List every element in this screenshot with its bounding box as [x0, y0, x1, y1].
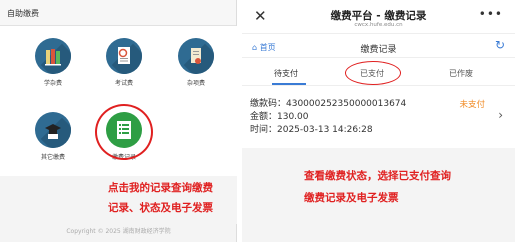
- self-service-panel: 自助缴费 学杂费 考试费 杂项费 其它缴费 缴费记录 点击我的记录查询缴费 记录…: [0, 0, 237, 242]
- annotation-right: 查看缴费状态，选择已支付查询 缴费记录及电子发票: [242, 148, 515, 242]
- payment-code: 缴款码：430000252350000013674: [250, 99, 407, 109]
- chevron-right-icon[interactable]: ›: [498, 108, 503, 122]
- copyright: Copyright © 2025 湖南财政经济学院: [66, 228, 171, 235]
- fee-item-other[interactable]: 其它缴费: [23, 112, 83, 161]
- fee-item-label: 考试费: [114, 80, 133, 87]
- tab-void[interactable]: 已作废: [449, 68, 473, 79]
- highlight-circle: [95, 104, 153, 160]
- nav-bar: ⌂ 首页 缴费记录 ↻: [242, 34, 515, 58]
- payment-amount: 金额：130.00: [250, 112, 309, 122]
- annotation-left: 点击我的记录查询缴费 记录、状态及电子发票: [0, 176, 237, 224]
- fee-item-tuition[interactable]: 学杂费: [23, 38, 83, 87]
- active-tab-indicator: [272, 83, 306, 85]
- books-icon: [35, 38, 71, 74]
- fee-item-exam[interactable]: 考试费: [94, 38, 154, 87]
- status-tabs: 待支付 已支付 已作废: [242, 58, 515, 86]
- fee-item-label: 其它缴费: [40, 154, 65, 161]
- scroll-icon: [178, 38, 214, 74]
- annotation-line: 查看缴费状态，选择已支付查询: [304, 170, 451, 182]
- window-title: 缴费平台 - 缴费记录: [330, 10, 427, 22]
- more-icon[interactable]: •••: [479, 7, 503, 21]
- fee-item-label: 杂项费: [186, 80, 205, 87]
- annotation-line: 点击我的记录查询缴费: [108, 182, 213, 194]
- fee-grid: 学杂费 考试费 杂项费 其它缴费 缴费记录: [0, 26, 237, 176]
- status-badge: 未支付: [459, 100, 485, 110]
- tab-pending[interactable]: 待支付: [274, 68, 298, 79]
- fee-item-label: 学杂费: [43, 80, 62, 87]
- refresh-icon[interactable]: ↻: [495, 38, 505, 52]
- window-titlebar: ✕ 缴费平台 - 缴费记录 cwcx.hufe.edu.cn •••: [242, 0, 515, 34]
- screenshot: 自助缴费 学杂费 考试费 杂项费 其它缴费 缴费记录 点击我的记录查询缴费 记录…: [0, 0, 515, 242]
- highlight-circle: [345, 61, 401, 85]
- annotation-line: 记录、状态及电子发票: [108, 202, 213, 214]
- exam-icon: [106, 38, 142, 74]
- window-subtitle: cwcx.hufe.edu.cn: [354, 22, 403, 28]
- graduation-cap-icon: [35, 112, 71, 148]
- payment-records-panel: ✕ 缴费平台 - 缴费记录 cwcx.hufe.edu.cn ••• ⌂ 首页 …: [242, 0, 515, 242]
- payment-time: 时间：2025-03-13 14:26:28: [250, 125, 373, 135]
- fee-item-misc[interactable]: 杂项费: [166, 38, 226, 87]
- panel-header: 自助缴费: [0, 0, 236, 26]
- nav-title: 缴费记录: [360, 45, 397, 55]
- annotation-line: 缴费记录及电子发票: [304, 192, 399, 204]
- payment-record[interactable]: 缴款码：430000252350000013674 金额：130.00 时间：2…: [242, 88, 515, 140]
